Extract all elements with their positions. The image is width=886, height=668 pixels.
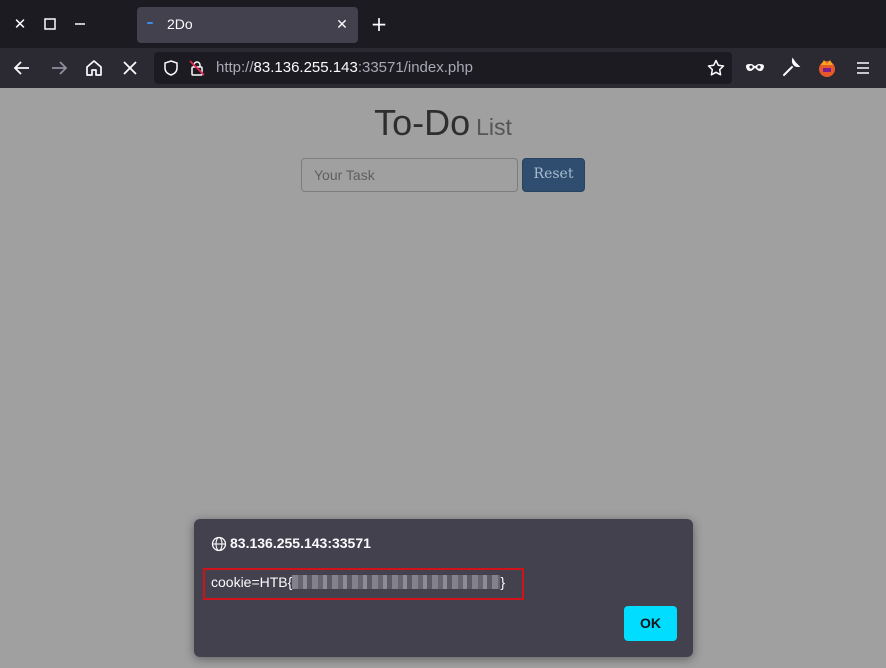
- title-todo: To-Do: [374, 102, 471, 143]
- message-suffix: }: [500, 574, 506, 590]
- tab-title: 2Do: [167, 16, 193, 32]
- tab-close-icon[interactable]: ✕: [332, 15, 352, 35]
- extension-fox-icon[interactable]: [815, 56, 839, 80]
- url-path: :33571/index.php: [357, 59, 473, 76]
- bookmark-star-icon[interactable]: [706, 58, 726, 78]
- window-minimize-icon[interactable]: [70, 14, 90, 34]
- address-bar[interactable]: http://83.136.255.143:33571/index.php: [154, 52, 732, 84]
- back-arrow-icon[interactable]: [10, 56, 34, 80]
- new-tab-button[interactable]: +: [369, 14, 389, 34]
- reset-button[interactable]: Reset: [522, 158, 585, 192]
- navigation-bar: http://83.136.255.143:33571/index.php: [0, 48, 886, 88]
- alert-dialog: 83.136.255.143:33571 cookie=HTB{} OK: [194, 519, 693, 657]
- window-close-icon[interactable]: ✕: [10, 14, 30, 34]
- url-host: 83.136.255.143: [253, 59, 358, 76]
- insecure-lock-icon[interactable]: [188, 59, 206, 77]
- window-maximize-icon[interactable]: [40, 14, 60, 34]
- dialog-origin: 83.136.255.143:33571: [230, 535, 371, 551]
- hamburger-menu-icon[interactable]: [851, 56, 875, 80]
- home-icon[interactable]: [82, 56, 106, 80]
- favicon-icon: [147, 22, 153, 24]
- private-mask-icon[interactable]: [743, 56, 767, 80]
- ok-button[interactable]: OK: [624, 606, 677, 641]
- highlighted-message: cookie=HTB{}: [203, 568, 524, 600]
- page-title: To-Do List: [0, 102, 886, 144]
- stop-loading-icon[interactable]: [118, 56, 142, 80]
- title-bar: ✕ 2Do ✕ +: [0, 0, 886, 48]
- dialog-message: cookie=HTB{}: [211, 574, 505, 590]
- globe-icon: [211, 536, 227, 552]
- forward-arrow-icon[interactable]: [47, 56, 71, 80]
- wrench-icon[interactable]: [779, 56, 803, 80]
- tab-2do[interactable]: 2Do ✕: [137, 7, 358, 43]
- message-prefix: cookie=HTB{: [211, 574, 293, 590]
- task-input[interactable]: [301, 158, 518, 192]
- redacted-flag: [292, 575, 501, 589]
- title-list: List: [476, 114, 512, 140]
- url-scheme: http://: [216, 59, 254, 76]
- tracking-shield-icon[interactable]: [162, 59, 180, 77]
- url-text[interactable]: http://83.136.255.143:33571/index.php: [216, 59, 473, 76]
